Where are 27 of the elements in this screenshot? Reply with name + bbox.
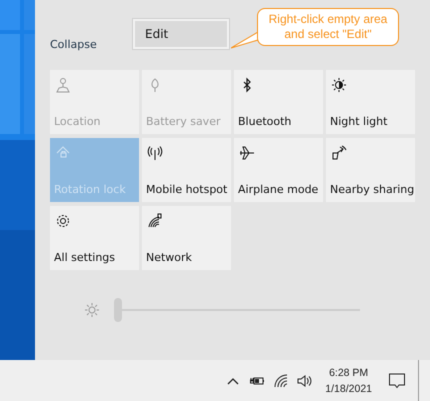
quick-action-tile[interactable]: Network — [142, 206, 231, 270]
time-text: 6:28 PM — [328, 366, 370, 380]
network-icon — [147, 213, 163, 229]
slider-thumb[interactable] — [114, 298, 122, 322]
wifi-icon[interactable] — [273, 372, 290, 388]
callout: Right-click empty area and select "Edit" — [257, 8, 399, 46]
quick-action-tile[interactable]: Bluetooth — [234, 70, 323, 134]
quick-action-tile[interactable]: Airplane mode — [234, 138, 323, 202]
quick-action-tile[interactable]: All settings — [50, 206, 139, 270]
collapse-link[interactable]: Collapse — [50, 38, 132, 50]
quick-action-tile[interactable]: Mobile hotspot — [142, 138, 231, 202]
person-pin-icon — [55, 77, 71, 93]
clock[interactable]: 6:28 PM 1/18/2021 — [325, 364, 372, 396]
sun-icon — [84, 302, 100, 318]
date-text: 1/18/2021 — [325, 382, 372, 396]
sun-moon-icon — [331, 77, 347, 93]
callout-tail — [231, 30, 259, 50]
brightness-slider[interactable] — [114, 298, 360, 322]
quick-action-tile[interactable]: Night light — [326, 70, 415, 134]
quick-action-tile[interactable]: Nearby sharing — [326, 138, 415, 202]
gear-icon — [55, 213, 71, 229]
share-icon — [331, 145, 347, 161]
airplane-icon — [239, 145, 255, 161]
antenna-icon — [147, 145, 163, 161]
speaker-icon[interactable] — [297, 372, 314, 388]
menu-item[interactable]: Edit — [135, 21, 227, 47]
notification-icon[interactable] — [388, 372, 406, 390]
